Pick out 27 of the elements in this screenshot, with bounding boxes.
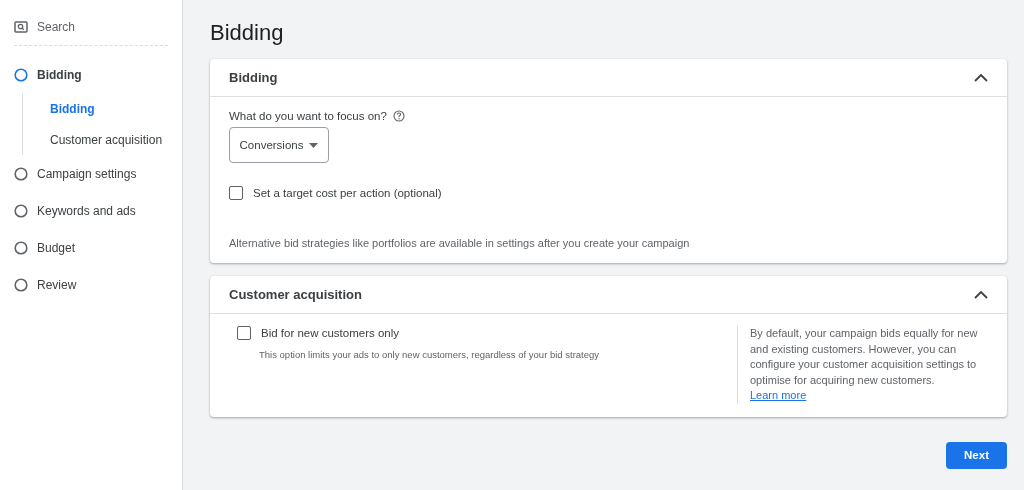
checkbox[interactable]	[229, 186, 243, 200]
checkbox[interactable]	[237, 326, 251, 340]
search-label[interactable]: Search	[37, 20, 76, 34]
focus-dropdown[interactable]: Conversions	[229, 127, 329, 163]
substep-label[interactable]: Customer acquisition	[50, 132, 163, 147]
page-title: Bidding	[210, 20, 285, 46]
hint-text: This option limits your ads to only new customers, regardless of your bid strategy	[259, 349, 601, 360]
step-label[interactable]: Review	[37, 277, 77, 292]
card-title: Bidding	[229, 70, 278, 85]
info-text: By default, your campaign bids equally for new and existing customers. However, you can configure your customer acquisition settings to optimise for acquiring new customers. Learn more	[737, 326, 988, 404]
step-label[interactable]: Budget	[37, 240, 76, 255]
learn-more-link[interactable]: Learn more	[750, 389, 807, 401]
caret-icon	[309, 142, 319, 148]
step-label[interactable]: Bidding	[37, 67, 82, 82]
help-icon[interactable]	[392, 110, 405, 122]
step-label[interactable]: Campaign settings	[37, 166, 137, 181]
note-text: Alternative bid strategies like portfolios are available in settings after you create your campaign	[229, 237, 691, 249]
step-label[interactable]: Keywords and ads	[37, 203, 136, 218]
checkbox-label[interactable]: Bid for new customers only	[261, 327, 400, 339]
checkbox-label[interactable]: Set a target cost per action (optional)	[253, 187, 442, 199]
question-label: What do you want to focus on?	[229, 110, 387, 122]
chevron-icon[interactable]	[974, 73, 988, 82]
chevron-icon[interactable]	[974, 290, 988, 299]
card-title: Customer acquisition	[229, 287, 362, 302]
substep-label[interactable]: Bidding	[50, 101, 95, 116]
next-button[interactable]: Next	[946, 441, 1007, 469]
search-icon[interactable]	[14, 21, 28, 33]
